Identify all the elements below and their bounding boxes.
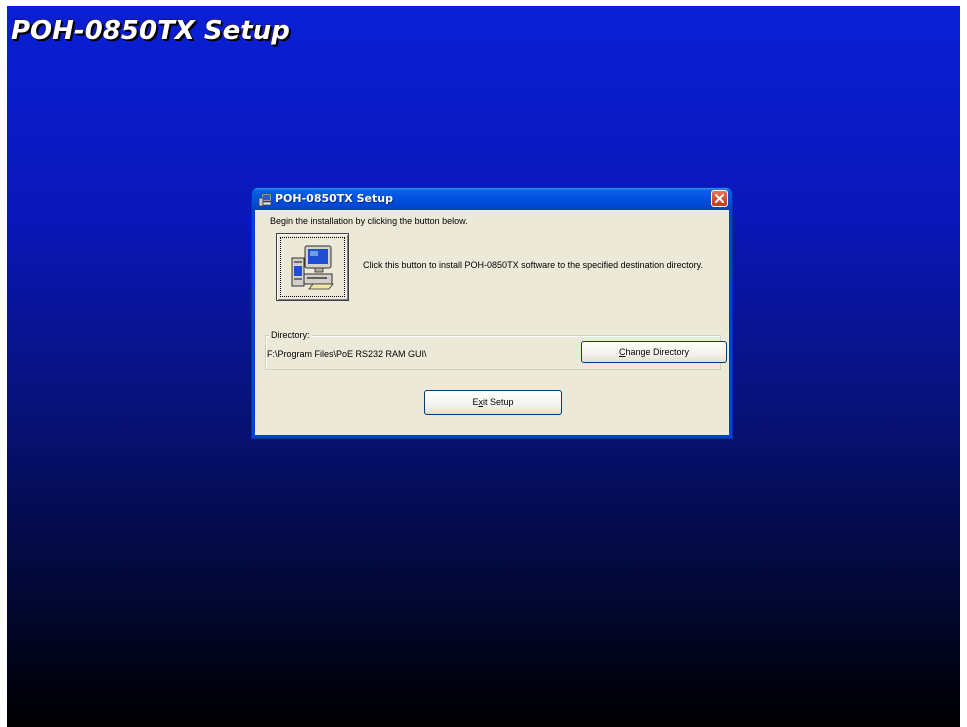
install-description: Click this button to install POH-0850TX … bbox=[363, 260, 703, 270]
directory-path: F:\Program Files\PoE RS232 RAM GUI\ bbox=[267, 349, 427, 359]
exit-setup-button[interactable]: Exit Setup bbox=[424, 390, 562, 415]
setup-banner-title: POH-0850TX Setup bbox=[11, 16, 290, 46]
dialog-titlebar[interactable]: POH-0850TX Setup bbox=[252, 188, 732, 210]
setup-dialog: POH-0850TX Setup Begin the installation … bbox=[252, 188, 732, 438]
install-computer-icon bbox=[289, 244, 337, 294]
instruction-text: Begin the installation by clicking the b… bbox=[270, 216, 468, 226]
close-button[interactable] bbox=[711, 190, 728, 207]
change-directory-label: hange Directory bbox=[625, 347, 690, 357]
install-button[interactable] bbox=[276, 233, 349, 301]
close-icon bbox=[715, 194, 724, 203]
setup-backdrop: POH-0850TX Setup POH-0850TX Setup Begin … bbox=[7, 6, 960, 727]
dialog-client-area: Begin the installation by clicking the b… bbox=[255, 210, 729, 435]
dialog-title: POH-0850TX Setup bbox=[275, 192, 393, 205]
change-directory-button[interactable]: Change Directory bbox=[581, 341, 727, 363]
directory-group: Directory: F:\Program Files\PoE RS232 RA… bbox=[265, 330, 727, 370]
directory-label: Directory: bbox=[269, 330, 312, 340]
setup-computer-icon bbox=[258, 192, 272, 207]
exit-setup-label: it Setup bbox=[482, 397, 514, 407]
